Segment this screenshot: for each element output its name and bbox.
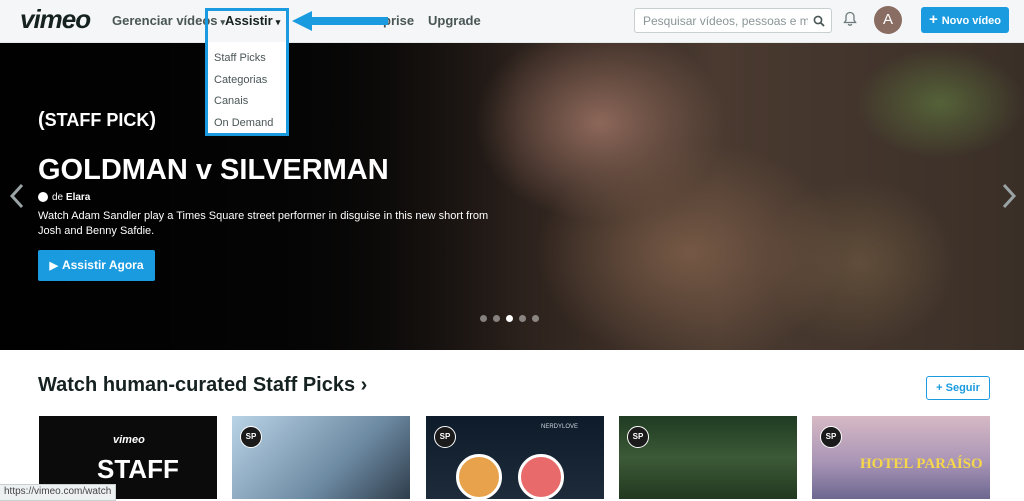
search-icon[interactable] xyxy=(813,14,825,32)
notifications-bell-icon[interactable] xyxy=(843,11,857,32)
video-thumbnail[interactable]: SP NERDYLOVE xyxy=(426,416,604,499)
plus-icon: + xyxy=(928,11,938,28)
carousel-next-icon[interactable] xyxy=(1001,183,1017,214)
author-name[interactable]: Elara xyxy=(66,192,90,203)
hero-description: Watch Adam Sandler play a Times Square s… xyxy=(38,210,489,237)
cartoon-face-left xyxy=(456,454,502,499)
hero-title[interactable]: GOLDMAN v SILVERMAN xyxy=(38,154,389,187)
hero-byline: de Elara xyxy=(38,192,90,203)
laurel-right-icon: ) xyxy=(149,109,157,131)
search-placeholder: Pesquisar vídeos, pessoas e mais xyxy=(643,14,808,28)
carousel-prev-icon[interactable] xyxy=(9,183,25,214)
thumb-vimeo-text: vimeo xyxy=(113,434,145,446)
watch-now-label: Assistir Agora xyxy=(61,258,144,272)
laurel-left-icon: ( xyxy=(38,109,45,131)
play-icon: ▶ xyxy=(49,260,58,272)
hero-banner: (STAFF PICK) GOLDMAN v SILVERMAN de Elar… xyxy=(0,43,1024,350)
chevron-down-icon: ▾ xyxy=(275,17,281,27)
top-nav-bar: vimeo Gerenciar vídeos ▾ prise Upgrade Pe… xyxy=(0,0,1024,43)
search-input[interactable]: Pesquisar vídeos, pessoas e mais xyxy=(634,8,832,33)
thumb-nerdylove-text: NERDYLOVE xyxy=(541,424,579,430)
carousel-dot[interactable] xyxy=(493,315,500,322)
nav-watch-label: Assistir xyxy=(225,13,273,28)
staff-pick-badge: (STAFF PICK) xyxy=(38,109,156,132)
new-video-button[interactable]: + Novo vídeo xyxy=(921,7,1009,33)
staff-pick-mini-badge: SP xyxy=(627,426,649,448)
video-thumbnail[interactable]: SP xyxy=(619,416,797,499)
staff-pick-mini-badge: SP xyxy=(820,426,842,448)
byline-prefix: de xyxy=(52,192,64,203)
carousel-dot[interactable] xyxy=(480,315,487,322)
carousel-dot[interactable] xyxy=(519,315,526,322)
carousel-dot[interactable] xyxy=(532,315,539,322)
video-thumbnail[interactable]: SP xyxy=(232,416,410,499)
thumb-staff-text: STAFF xyxy=(97,454,179,484)
follow-button[interactable]: + Seguir xyxy=(926,376,990,400)
staff-picks-section-title[interactable]: Watch human-curated Staff Picks › xyxy=(38,374,367,397)
video-thumbnail[interactable]: SP HOTEL PARAÍSO xyxy=(812,416,990,499)
browser-status-url: https://vimeo.com/watch xyxy=(0,484,117,501)
staff-pick-mini-badge: SP xyxy=(434,426,456,448)
carousel-dots xyxy=(480,309,545,327)
cartoon-face-right xyxy=(518,454,564,499)
watch-now-button[interactable]: ▶ Assistir Agora xyxy=(38,250,155,281)
author-avatar[interactable] xyxy=(38,192,48,203)
staff-pick-mini-badge: SP xyxy=(240,426,262,448)
nav-watch[interactable]: Assistir ▾ xyxy=(225,13,280,28)
vimeo-logo[interactable]: vimeo xyxy=(20,4,91,35)
thumb-hotel-paraiso-text: HOTEL PARAÍSO xyxy=(860,456,983,472)
staff-pick-badge-label: STAFF PICK xyxy=(44,110,150,130)
annotation-arrow-icon xyxy=(292,11,388,31)
new-video-label: Novo vídeo xyxy=(941,15,1002,27)
nav-manage-videos-label: Gerenciar vídeos xyxy=(112,13,218,28)
nav-upgrade[interactable]: Upgrade xyxy=(428,13,481,28)
carousel-dot-active[interactable] xyxy=(506,315,513,322)
user-avatar[interactable]: A xyxy=(874,6,902,34)
